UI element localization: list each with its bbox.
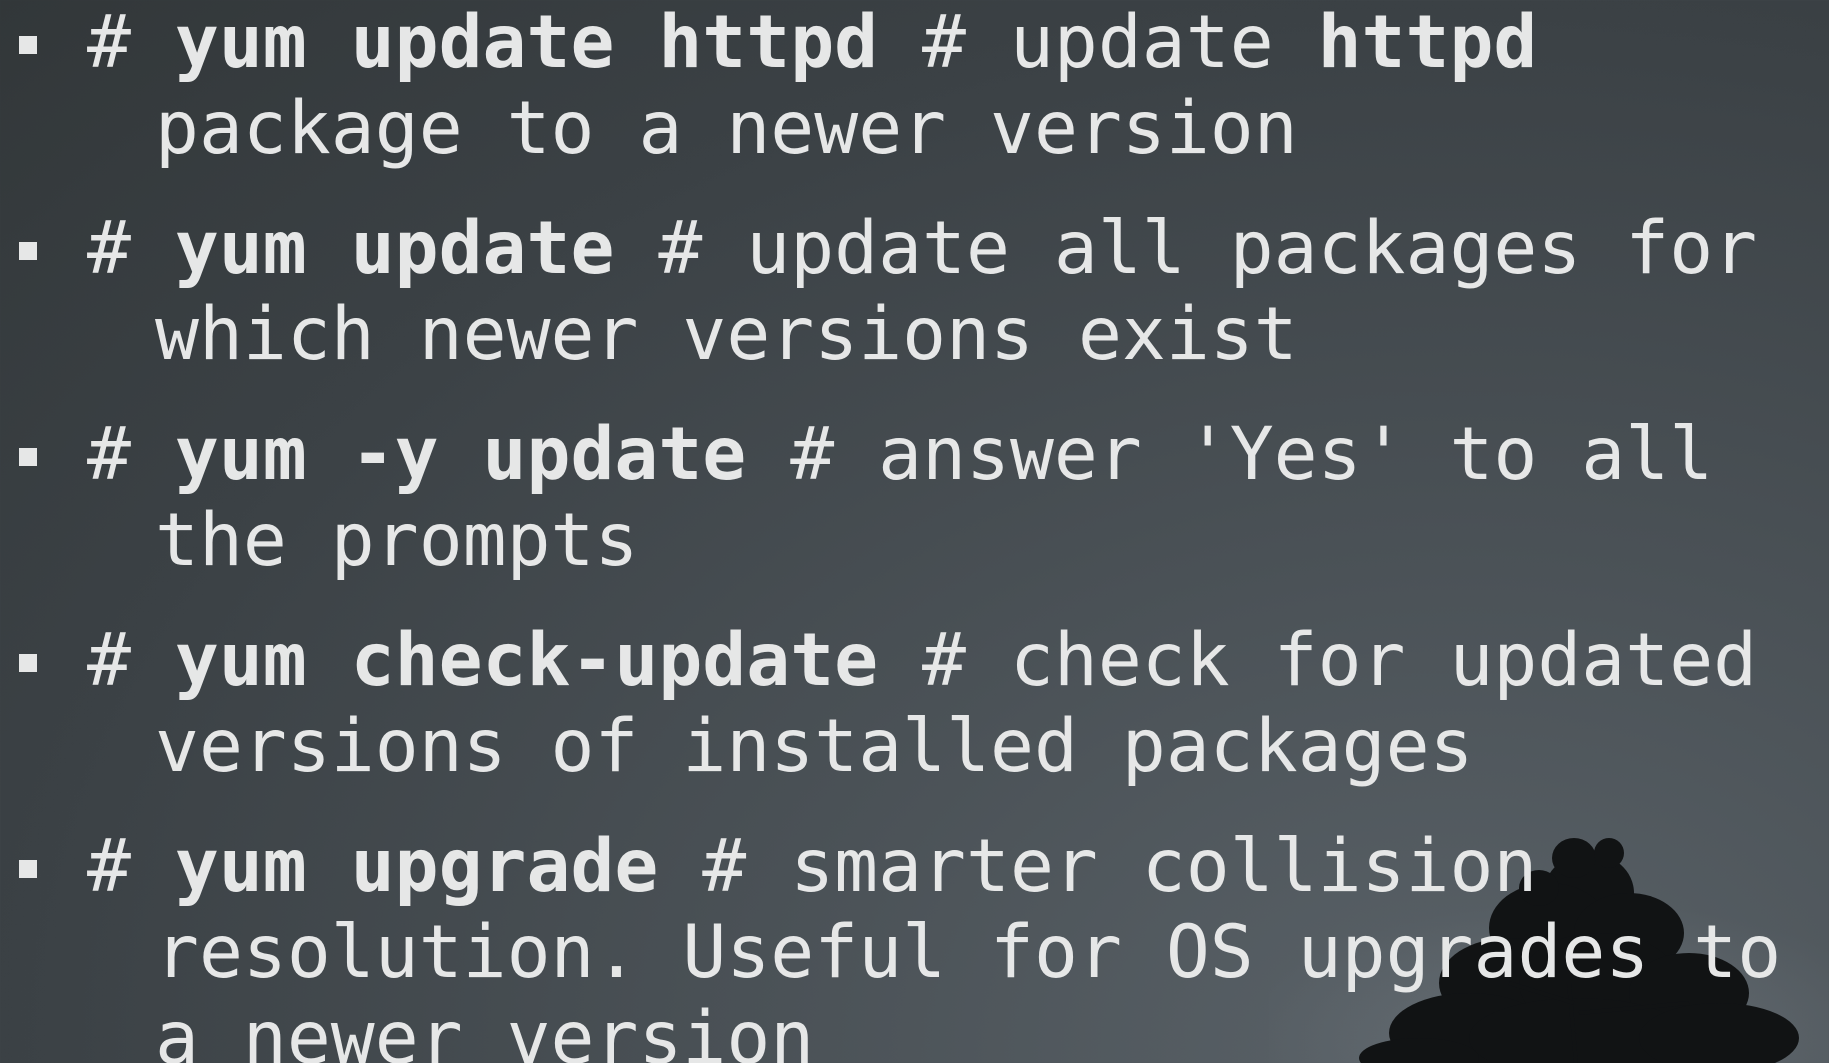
square-bullet-icon bbox=[19, 654, 37, 672]
square-bullet-icon bbox=[19, 860, 37, 878]
hash-prefix: # bbox=[87, 206, 175, 291]
command-list: # yum update httpd # update httpd packag… bbox=[0, 0, 1829, 1063]
hash-prefix: # bbox=[87, 618, 175, 703]
command-text: yum check-update bbox=[174, 618, 879, 703]
square-bullet-icon bbox=[19, 242, 37, 260]
hash-prefix: # bbox=[87, 412, 175, 497]
command-text: yum upgrade bbox=[174, 824, 659, 909]
square-bullet-icon bbox=[19, 448, 37, 466]
list-item: # yum -y update # answer 'Yes' to all th… bbox=[0, 412, 1805, 584]
command-text: yum update httpd bbox=[174, 0, 879, 85]
command-text: yum -y update bbox=[174, 412, 747, 497]
command-text: yum update bbox=[174, 206, 615, 291]
list-item: # yum update httpd # update httpd packag… bbox=[0, 0, 1805, 172]
comment-text: # update bbox=[878, 0, 1318, 85]
slide: # yum update httpd # update httpd packag… bbox=[0, 0, 1829, 1063]
list-item: # yum upgrade # smarter collision resolu… bbox=[0, 824, 1805, 1063]
list-item: # yum update # update all packages for w… bbox=[0, 206, 1805, 378]
comment-rest: package to a newer version bbox=[155, 86, 1298, 171]
list-item: # yum check-update # check for updated v… bbox=[0, 618, 1805, 790]
hash-prefix: # bbox=[87, 824, 175, 909]
package-name: httpd bbox=[1317, 0, 1538, 85]
hash-prefix: # bbox=[87, 0, 175, 85]
square-bullet-icon bbox=[19, 36, 37, 54]
